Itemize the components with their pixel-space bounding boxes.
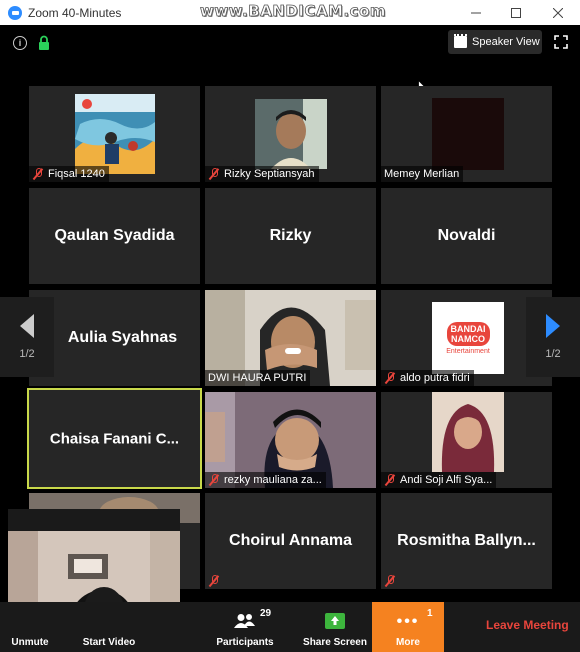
participants-icon — [234, 614, 255, 628]
participant-name: rezky mauliana za... — [224, 474, 322, 486]
share-screen-icon — [325, 613, 345, 629]
lock-icon[interactable] — [38, 35, 50, 51]
participant-name: Memey Merlian — [384, 168, 460, 180]
participant-name: Rosmitha Ballyn... — [397, 532, 536, 549]
participant-nametag: Fiqsal 1240 — [29, 166, 109, 182]
participant-tile[interactable]: Memey Merlian — [381, 86, 552, 182]
title-bar: Zoom 40-Minutes www.BANDICAM.com — [0, 0, 580, 25]
participant-tile[interactable]: DWI HAURA PUTRI — [205, 290, 376, 386]
speaker-view-label: Speaker View — [472, 36, 540, 48]
share-screen-button[interactable]: Share Screen — [300, 602, 370, 652]
participant-nametag: aldo putra fidri — [381, 370, 474, 386]
more-dots-icon: ••• — [396, 613, 420, 630]
maximize-icon — [511, 7, 521, 18]
close-button[interactable] — [538, 0, 578, 25]
participant-tile[interactable]: Novaldi — [381, 188, 552, 284]
unmute-button[interactable]: Unmute — [4, 602, 56, 652]
bandicam-watermark: www.BANDICAM.com — [200, 2, 387, 21]
bandai-namco-logo: BANDAI NAMCO Entertainment — [432, 302, 504, 374]
speaker-view-button[interactable]: Speaker View — [448, 30, 542, 54]
page-indicator-right: 1/2 — [545, 348, 561, 360]
mic-muted-icon — [384, 372, 396, 384]
participants-count: 29 — [260, 608, 272, 619]
mic-muted-icon — [384, 575, 396, 587]
participant-tile[interactable]: Andi Soji Alfi Sya... — [381, 392, 552, 488]
participants-label: Participants — [216, 637, 274, 648]
participant-tile[interactable]: Rizky — [205, 188, 376, 284]
participant-tile[interactable]: Choirul Annama — [205, 493, 376, 589]
participant-nametag: Rizky Septiansyah — [205, 166, 319, 182]
participant-video — [255, 99, 327, 169]
logo-line2: NAMCO — [451, 333, 485, 344]
mic-muted-icon — [32, 168, 44, 180]
participant-name: DWI HAURA PUTRI — [208, 372, 307, 384]
window-title: Zoom 40-Minutes — [28, 5, 122, 20]
participant-video — [432, 98, 504, 170]
mic-muted-icon — [208, 168, 220, 180]
participant-nametag: DWI HAURA PUTRI — [205, 370, 311, 386]
minimize-icon — [471, 12, 481, 13]
participant-name: Aulia Syahnas — [67, 329, 178, 346]
mic-muted-icon — [384, 474, 396, 486]
participant-tile[interactable]: Aulia Syahnas — [29, 290, 200, 386]
participant-nametag — [381, 573, 404, 589]
participant-name: Rizky Septiansyah — [224, 168, 315, 180]
zoom-window: Zoom 40-Minutes www.BANDICAM.com i Speak… — [0, 0, 580, 652]
fullscreen-icon[interactable] — [554, 35, 568, 49]
more-button[interactable]: ••• More — [372, 602, 444, 652]
participant-nametag: Andi Soji Alfi Sya... — [381, 472, 497, 488]
leave-meeting-button[interactable]: Leave Meeting — [486, 618, 569, 632]
start-video-button[interactable]: Start Video — [76, 602, 142, 652]
share-screen-label: Share Screen — [303, 637, 367, 648]
participant-nametag: rezky mauliana za... — [205, 472, 326, 488]
maximize-button[interactable] — [496, 0, 536, 25]
participant-tile[interactable]: Fiqsal 1240 — [29, 86, 200, 182]
unmute-label: Unmute — [11, 637, 49, 648]
participant-video — [75, 94, 155, 174]
more-label: More — [396, 637, 420, 648]
minimize-button[interactable] — [456, 0, 496, 25]
participant-nametag — [205, 573, 228, 589]
arrow-right-icon — [546, 314, 560, 338]
participant-tile[interactable]: Rizky Septiansyah — [205, 86, 376, 182]
participant-name: aldo putra fidri — [400, 372, 470, 384]
info-icon[interactable]: i — [13, 36, 27, 50]
participant-name: Novaldi — [437, 227, 496, 244]
page-indicator-left: 1/2 — [19, 348, 35, 360]
participant-name: Qaulan Syadida — [54, 227, 175, 244]
logo-line1: BANDAI — [450, 323, 486, 334]
participant-nametag: Memey Merlian — [381, 166, 464, 182]
participant-name: Fiqsal 1240 — [48, 168, 105, 180]
participant-tile[interactable]: rezky mauliana za... — [205, 392, 376, 488]
participant-name: Andi Soji Alfi Sya... — [400, 474, 493, 486]
arrow-left-icon — [20, 314, 34, 338]
next-page-button[interactable]: 1/2 — [526, 297, 580, 377]
mic-muted-icon — [208, 575, 220, 587]
speaker-view-icon — [454, 34, 467, 48]
participant-name: Chaisa Fanani C... — [49, 430, 180, 447]
participant-tile[interactable]: Rosmitha Ballyn... — [381, 493, 552, 589]
participant-video — [432, 392, 504, 472]
participant-tile-active-speaker[interactable]: Chaisa Fanani C... — [27, 388, 202, 489]
logo-line3: Entertainment — [446, 347, 490, 355]
zoom-logo-icon — [8, 5, 22, 20]
more-badge: 1 — [427, 608, 433, 619]
mic-muted-icon — [208, 474, 220, 486]
participant-name: Choirul Annama — [229, 532, 352, 549]
close-icon — [553, 7, 563, 18]
start-video-label: Start Video — [82, 637, 136, 648]
participant-name: Rizky — [269, 227, 312, 244]
participant-tile[interactable]: Qaulan Syadida — [29, 188, 200, 284]
previous-page-button[interactable]: 1/2 — [0, 297, 54, 377]
